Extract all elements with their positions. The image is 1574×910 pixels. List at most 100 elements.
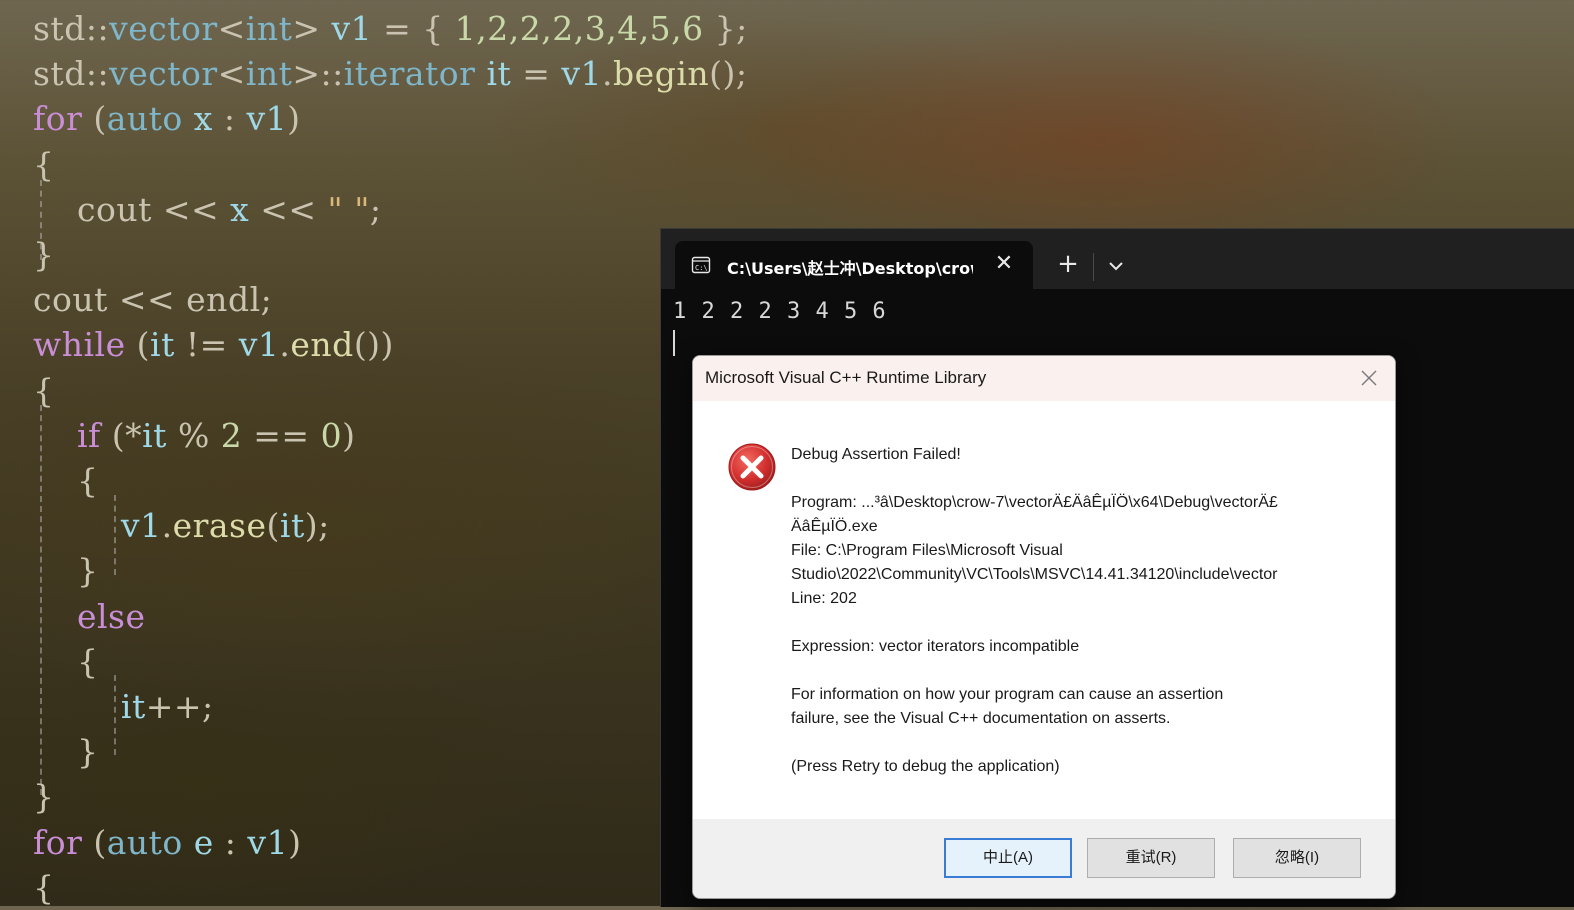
- code-token: .: [161, 506, 173, 546]
- code-token: it: [279, 506, 305, 546]
- code-token: {: [33, 144, 55, 184]
- code-token: for: [33, 822, 83, 862]
- code-token: :: [213, 822, 248, 862]
- new-tab-button[interactable]: +: [1051, 249, 1085, 281]
- tab-separator: [1093, 253, 1094, 281]
- code-token: if: [76, 415, 101, 455]
- code-token: end: [290, 325, 354, 365]
- code-token: x: [193, 99, 213, 139]
- code-line: while (it != v1.end()): [33, 322, 394, 367]
- code-token: begin: [613, 54, 710, 94]
- terminal-tab[interactable]: C:\ C:\Users\赵士冲\Desktop\crow ✕: [675, 241, 1033, 289]
- ignore-button[interactable]: 忽略(I): [1233, 838, 1361, 878]
- terminal-output: 1 2 2 2 3 4 5 6: [673, 299, 887, 324]
- code-token: (: [266, 506, 280, 546]
- code-token: ): [342, 415, 356, 455]
- close-icon[interactable]: [1357, 366, 1381, 390]
- code-line: for (auto e : v1): [33, 820, 301, 865]
- code-token: ;: [260, 280, 273, 320]
- code-line: }: [33, 729, 98, 774]
- code-token: else: [76, 596, 146, 636]
- code-token: :: [212, 99, 247, 139]
- code-token: cout: [76, 189, 152, 229]
- code-token: {: [33, 461, 99, 500]
- terminal-tab-title: C:\Users\赵士冲\Desktop\crow: [727, 259, 973, 278]
- code-token: ==: [242, 415, 321, 455]
- code-token: v1: [238, 325, 280, 365]
- code-token: e: [193, 822, 214, 862]
- code-token: .: [602, 54, 614, 94]
- code-line: {: [33, 865, 55, 910]
- info-text: For information on how your program can …: [791, 686, 1224, 703]
- terminal-cursor: [673, 330, 675, 356]
- code-token: <<: [107, 280, 187, 320]
- close-tab-icon[interactable]: ✕: [989, 249, 1019, 279]
- code-token: auto: [106, 99, 194, 139]
- abort-button[interactable]: 中止(A): [944, 838, 1072, 878]
- code-token: };: [703, 9, 748, 48]
- code-line: }: [33, 774, 55, 819]
- code-token: (: [125, 325, 151, 365]
- code-token: <<: [249, 189, 328, 229]
- code-token: }: [33, 777, 55, 817]
- code-token: ): [288, 822, 302, 862]
- code-token: endl: [186, 280, 261, 320]
- retry-hint: (Press Retry to debug the application): [791, 758, 1060, 775]
- code-token: >::: [292, 54, 344, 94]
- code-token: ++;: [145, 687, 214, 726]
- code-line: if (*it % 2 == 0): [33, 413, 355, 458]
- code-token: <: [217, 9, 246, 48]
- info-text: failure, see the Visual C++ documentatio…: [791, 710, 1171, 727]
- code-token: (*: [100, 415, 143, 455]
- code-token: ()): [353, 325, 394, 365]
- code-token: iterator: [343, 54, 487, 94]
- error-icon: [728, 443, 776, 491]
- code-line: std::vector<int> v1 = { 1,2,2,2,3,4,5,6 …: [33, 6, 748, 51]
- code-token: =: [511, 54, 562, 94]
- code-token: (: [82, 822, 107, 862]
- code-line: std::vector<int>::iterator it = v1.begin…: [33, 51, 748, 96]
- code-token: {: [33, 867, 55, 907]
- dialog-title: Microsoft Visual C++ Runtime Library: [705, 368, 987, 387]
- expression-text: Expression: vector iterators incompatibl…: [791, 638, 1080, 655]
- code-line: {: [33, 142, 55, 187]
- code-token: int: [245, 9, 293, 48]
- code-line: cout << x << " ";: [33, 187, 382, 232]
- code-token: x: [230, 189, 250, 229]
- code-token: it: [120, 687, 146, 726]
- code-token: std::: [33, 54, 110, 94]
- code-token: ): [287, 99, 301, 139]
- code-token: !=: [174, 325, 239, 365]
- code-token: {: [33, 370, 55, 410]
- code-token: <: [217, 54, 246, 94]
- code-token: v1: [246, 99, 288, 139]
- terminal-icon: C:\: [691, 256, 711, 274]
- code-token: for: [33, 99, 83, 139]
- file-path-line: Studio\2022\Community\VC\Tools\MSVC\14.4…: [791, 566, 1278, 583]
- code-line: cout << endl;: [33, 277, 272, 322]
- code-token: }: [33, 551, 99, 591]
- program-path-line: ÄâÊµÏÖ.exe: [791, 518, 878, 535]
- code-token: it: [142, 415, 167, 455]
- dialog-button-bar: 中止(A) 重试(R) 忽略(I): [693, 819, 1395, 898]
- code-editor: std::vector<int> v1 = { 1,2,2,2,3,4,5,6 …: [0, 0, 747, 907]
- code-token: ();: [709, 54, 748, 94]
- code-token: v1: [331, 9, 373, 48]
- line-number: Line: 202: [791, 590, 857, 607]
- code-token: .: [279, 325, 291, 365]
- code-token: v1: [120, 506, 162, 546]
- chevron-down-icon[interactable]: [1101, 251, 1131, 281]
- terminal-tab-bar: C:\ C:\Users\赵士冲\Desktop\crow ✕ +: [661, 229, 1574, 289]
- retry-button[interactable]: 重试(R): [1087, 838, 1215, 878]
- code-token: std::: [33, 9, 110, 48]
- code-token: " ": [327, 189, 370, 229]
- code-token: auto: [106, 822, 194, 862]
- code-line: for (auto x : v1): [33, 96, 301, 141]
- code-token: (: [82, 99, 107, 139]
- code-line: {: [33, 368, 55, 413]
- code-token: {: [33, 641, 99, 681]
